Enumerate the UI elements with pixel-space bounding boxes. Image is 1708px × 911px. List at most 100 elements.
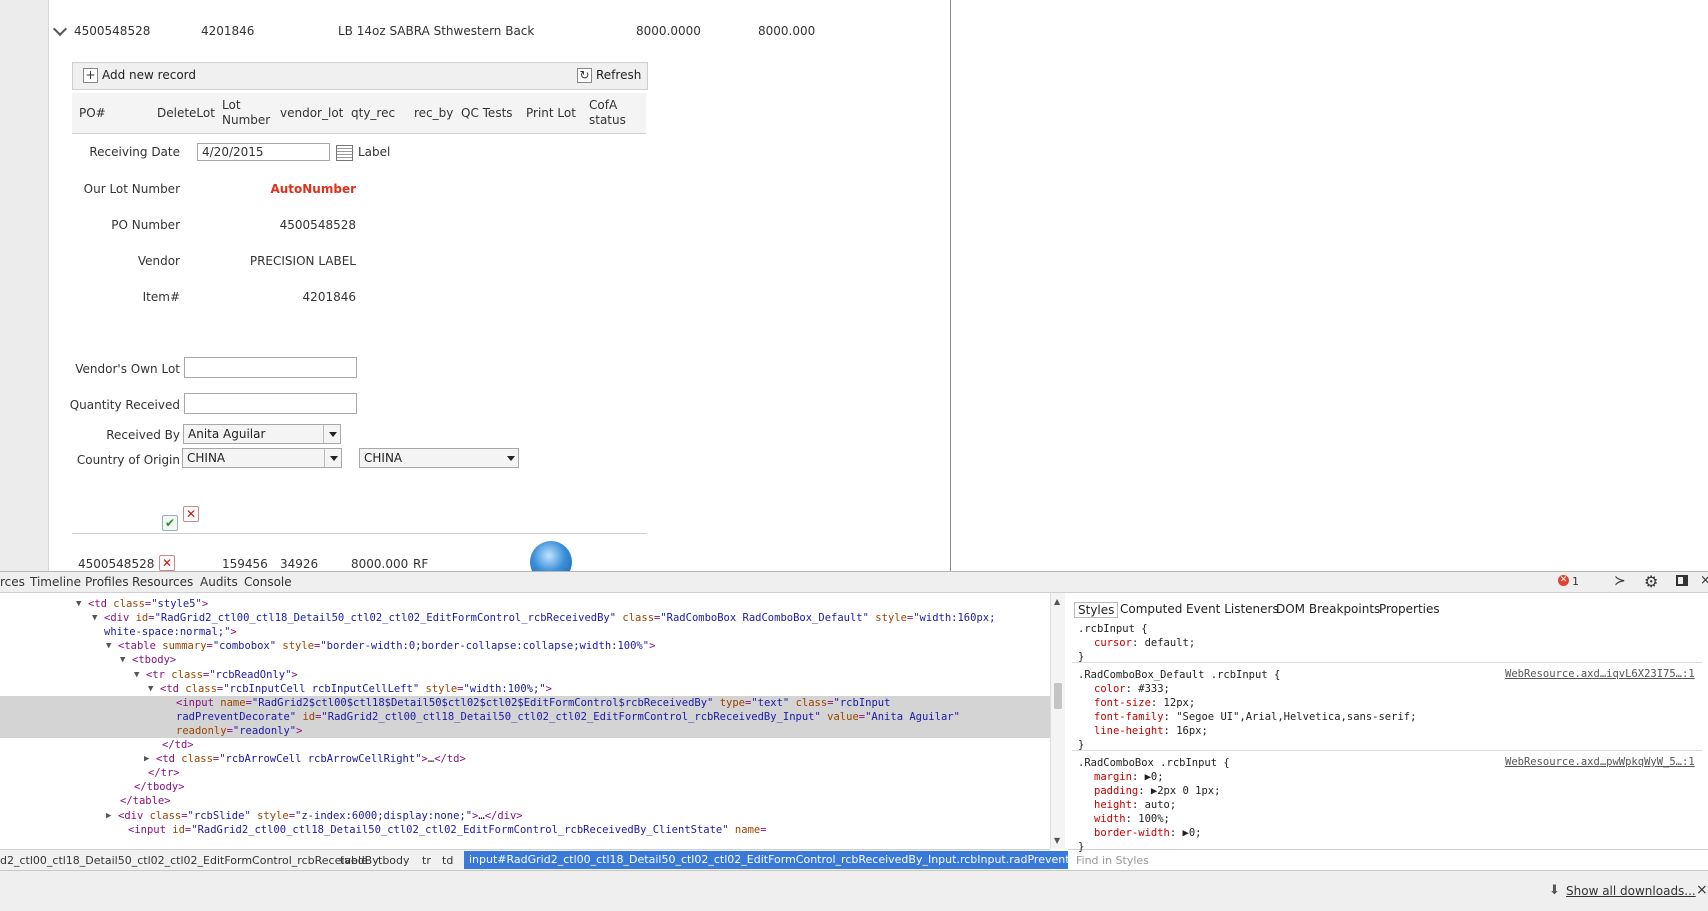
breadcrumb-item[interactable]: table [340,854,368,867]
dom-node-line[interactable]: </tbody> [0,780,1050,794]
col-rec-by[interactable]: rec_by [414,106,453,121]
style-source-link[interactable]: WebResource.axd…iqvL6X23I75…:1 [1505,668,1695,680]
styles-tab-event-listeners[interactable]: Event Listeners [1186,602,1279,616]
error-icon[interactable]: ✕ [1558,575,1569,586]
style-rule-line[interactable]: width: 100%; [1094,812,1170,826]
update-checkmark-icon[interactable]: ✔ [162,515,178,531]
dom-node-line[interactable]: ▶ <div class="rcbSlide" style="z-index:60… [0,809,1050,823]
disclosure-triangle-icon[interactable]: ▼ [134,668,139,682]
dom-node-line[interactable]: ▼ <tr class="rcbReadOnly"> [0,668,1050,682]
dom-node-line[interactable]: readonly="readonly"> [0,723,1050,738]
breadcrumb-item[interactable]: d2_ctl00_ctl18_Detail50_ctl02_ctl02_Edit… [0,854,379,867]
chevron-down-icon[interactable] [502,449,518,467]
refresh-icon: ↻ [577,67,592,83]
styles-tab-computed[interactable]: Computed [1120,602,1182,616]
style-rule-line[interactable]: } [1078,840,1084,854]
close-download-bar-icon[interactable]: × [1696,882,1708,898]
dom-node-line[interactable]: <input name="RadGrid2$ctl00$ctl18$Detail… [0,695,1050,710]
dom-node-line[interactable]: ▼ <div id="RadGrid2_ctl00_ctl18_Detail50_… [0,611,1050,625]
breadcrumb-item[interactable]: tr [422,854,431,867]
breadcrumb-active-item[interactable]: input#RadGrid2_ctl00_ctl18_Detail50_ctl0… [464,851,1125,869]
style-rule-line[interactable]: line-height: 16px; [1094,724,1208,738]
dom-node-line[interactable]: ▼ <tbody> [0,653,1050,667]
dom-node-line[interactable]: ▼ <td class="style5"> [0,597,1050,611]
style-rule-line[interactable]: color: #333; [1094,682,1170,696]
tab-profiles[interactable]: Profiles [85,575,129,589]
col-vendor-lot[interactable]: vendor_lot [280,106,343,121]
style-rule-line[interactable]: .RadComboBox_Default .rcbInput { [1078,668,1280,682]
col-print-lot[interactable]: Print Lot [526,106,576,121]
disclosure-triangle-icon[interactable]: ▼ [120,653,125,667]
style-rule-line[interactable]: .RadComboBox .rcbInput { [1078,756,1230,770]
col-lot-number[interactable]: Lot Number [222,98,270,128]
col-deletelot[interactable]: DeleteLot [157,106,215,121]
style-rule-line[interactable]: height: auto; [1094,798,1176,812]
disclosure-triangle-icon[interactable]: ▼ [92,611,97,625]
error-count[interactable]: 1 [1572,575,1579,588]
styles-tab-styles[interactable]: Styles [1074,602,1119,618]
our-lot-label: Our Lot Number [83,182,180,196]
col-qc-tests[interactable]: QC Tests [461,106,513,121]
received-by-label: Received By [106,428,180,442]
dom-node-line[interactable]: white-space:normal;"> [0,625,1050,639]
style-rule-line[interactable]: margin: ▶0; [1094,770,1164,784]
calendar-icon[interactable] [336,145,353,161]
dom-node-line[interactable]: </table> [0,794,1050,808]
dom-node-line[interactable]: ▼ <td class="rcbInputCell rcbInputCellLef… [0,682,1050,696]
dom-node-line[interactable]: </tr> [0,766,1050,780]
disclosure-triangle-icon[interactable]: ▶ [144,752,149,766]
command-bar: + Add new record ↻ Refresh [72,62,648,90]
elements-dom-tree[interactable]: ▼ <td class="style5"> ▼ <div id="RadGrid2_c… [0,593,1051,849]
quantity-received-input[interactable] [184,393,357,414]
console-drawer-icon[interactable]: ≻ [1614,573,1626,589]
cancel-x-icon[interactable]: ✕ [183,506,199,522]
dock-icon[interactable] [1676,575,1688,586]
style-rule-line[interactable]: padding: ▶2px 0 1px; [1094,784,1220,798]
styles-tab-dom-breakpoints[interactable]: DOM Breakpoints [1276,602,1380,616]
disclosure-triangle-icon[interactable]: ▼ [148,682,153,696]
dom-scrollbar[interactable]: ▲ ▼ [1050,593,1065,849]
refresh-button[interactable]: ↻ Refresh [577,67,641,83]
col-qty-rec[interactable]: qty_rec [351,106,395,121]
breadcrumb-item[interactable]: tbody [378,854,410,867]
disclosure-triangle-icon[interactable]: ▶ [106,809,111,823]
style-rule-line[interactable]: cursor: default; [1094,636,1195,650]
country-select[interactable]: CHINA [359,448,519,468]
style-rule-line[interactable]: font-family: "Segoe UI",Arial,Helvetica,… [1094,710,1416,724]
dom-node-line[interactable]: radPreventDecorate" id="RadGrid2_ctl00_c… [0,709,1050,724]
show-all-downloads-link[interactable]: Show all downloads... [1566,884,1696,898]
col-po[interactable]: PO# [79,106,106,121]
gear-icon[interactable]: ⚙ [1644,572,1658,591]
find-in-styles-box[interactable]: Find in Styles [1068,849,1708,870]
chevron-down-icon[interactable] [324,449,341,467]
dom-node-line[interactable]: ▶ <td class="rcbArrowCell rcbArrowCellRig… [0,752,1050,766]
receiving-date-input[interactable] [197,143,330,161]
vendor-value: PRECISION LABEL [249,254,356,268]
country-of-origin-label: Country of Origin [76,453,180,467]
tab-audits[interactable]: Audits [200,575,238,589]
breadcrumb-item[interactable]: td [442,854,453,867]
dom-node-line[interactable]: <input id="RadGrid2_ctl00_ctl18_Detail50… [0,823,1050,837]
style-rule-line[interactable]: font-size: 12px; [1094,696,1195,710]
tab-resources[interactable]: Resources [132,575,193,589]
tab-sources[interactable]: rces [0,575,25,589]
style-rule-line[interactable]: .rcbInput { [1078,622,1148,636]
col-cofa-status[interactable]: CofA status [589,98,629,128]
tab-timeline[interactable]: Timeline [30,575,81,589]
vendor-lot-input[interactable] [184,357,357,378]
dom-node-line[interactable]: ▼ <table summary="combobox" style="border… [0,639,1050,653]
style-source-link[interactable]: WebResource.axd…pwWpkqWyW_5…:1 [1505,756,1695,768]
dom-node-line[interactable]: </td> [0,738,1050,752]
disclosure-triangle-icon[interactable]: ▼ [106,639,111,653]
chevron-down-icon[interactable] [323,425,340,443]
country-of-origin-combobox[interactable]: CHINA [182,448,342,468]
close-icon[interactable]: × [1700,573,1708,588]
tab-console[interactable]: Console [244,575,292,589]
add-new-record-button[interactable]: + Add new record [83,67,196,83]
styles-tab-properties[interactable]: Properties [1379,602,1440,616]
delete-lot-icon[interactable]: ✕ [159,555,175,571]
disclosure-triangle-icon[interactable]: ▼ [76,597,81,611]
style-rule-line[interactable]: border-width: ▶0; [1094,826,1201,840]
master-item: 4201846 [201,24,255,38]
received-by-combobox[interactable]: Anita Aguilar [183,424,341,444]
